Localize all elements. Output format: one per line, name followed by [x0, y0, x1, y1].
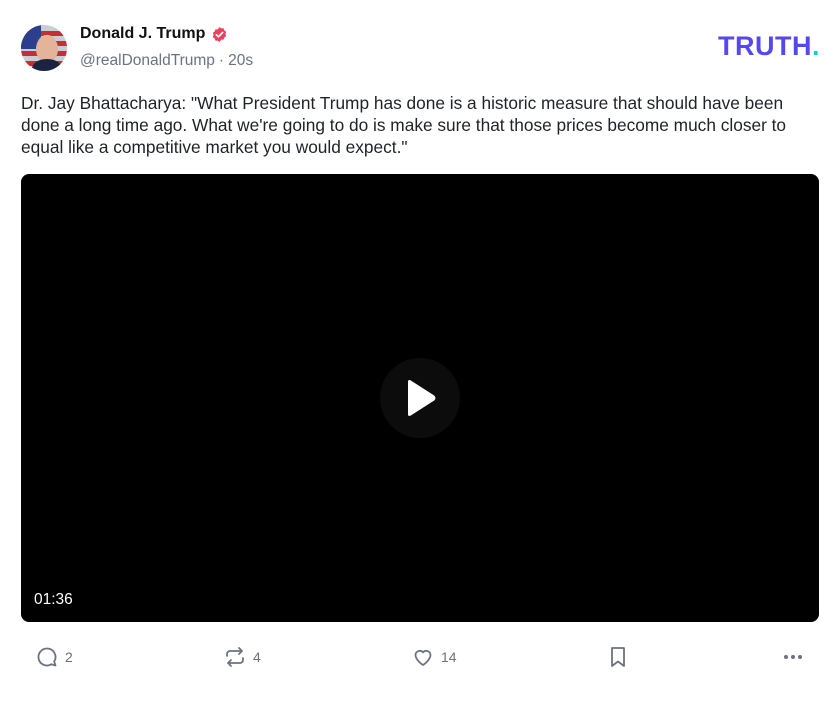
- play-button[interactable]: [380, 358, 460, 438]
- reply-count: 2: [65, 649, 73, 665]
- meta-separator: ·: [218, 52, 225, 69]
- logo-text: TRUTH: [718, 31, 812, 61]
- retruth-icon: [226, 647, 244, 667]
- reply-icon: [37, 647, 57, 667]
- video-duration: 01:36: [34, 591, 73, 608]
- post-card: Donald J. Trump @realDonaldTrump · 20s T…: [0, 0, 840, 701]
- truth-logo[interactable]: TRUTH.: [718, 33, 820, 60]
- retruth-button[interactable]: 4: [223, 644, 261, 670]
- like-count: 14: [441, 649, 457, 665]
- avatar-image: [21, 25, 67, 71]
- author-display-name[interactable]: Donald J. Trump: [80, 25, 205, 43]
- author-name-row: Donald J. Trump: [80, 25, 228, 43]
- author-meta: @realDonaldTrump · 20s: [80, 52, 253, 70]
- logo-dot: .: [811, 31, 820, 61]
- avatar[interactable]: [21, 25, 67, 71]
- play-icon: [408, 380, 436, 416]
- post-text: Dr. Jay Bhattacharya: "What President Tr…: [21, 93, 787, 157]
- bookmark-icon: [611, 647, 625, 667]
- more-options-button[interactable]: [781, 644, 805, 670]
- like-button[interactable]: 14: [411, 644, 457, 670]
- post-timestamp[interactable]: 20s: [228, 52, 253, 70]
- reply-button[interactable]: 2: [35, 644, 73, 670]
- author-handle[interactable]: @realDonaldTrump: [80, 52, 215, 70]
- bookmark-button[interactable]: [607, 644, 629, 670]
- video-player[interactable]: 01:36: [21, 174, 819, 622]
- heart-icon: [414, 649, 432, 666]
- verified-badge-icon: [211, 26, 228, 43]
- more-icon: [784, 655, 802, 659]
- retruth-count: 4: [253, 649, 261, 665]
